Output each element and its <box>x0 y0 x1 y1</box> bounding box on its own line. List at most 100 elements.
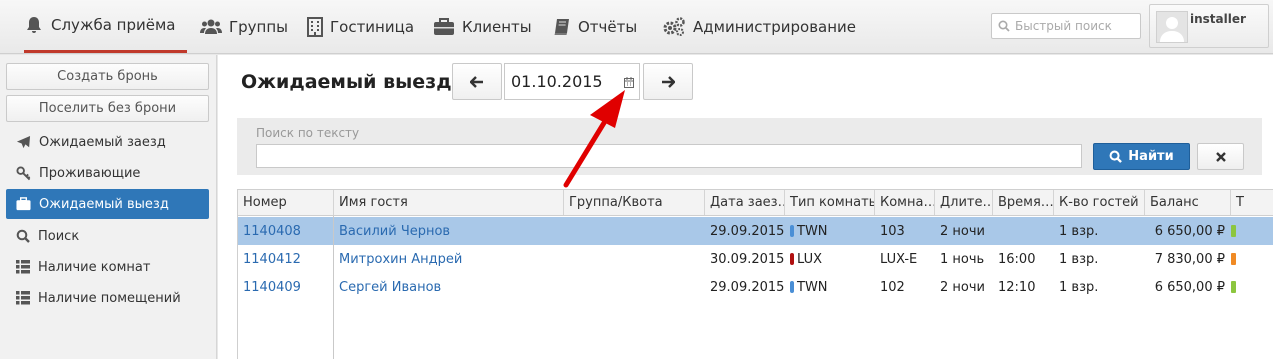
room-cell: 102 <box>880 279 905 295</box>
building-icon <box>307 17 323 37</box>
nav-item-clients[interactable]: Клиенты <box>433 0 532 54</box>
next-date-button[interactable] <box>643 63 693 100</box>
column-header-number[interactable]: Номер <box>238 190 334 215</box>
column-header-balance[interactable]: Баланс <box>1145 190 1231 215</box>
grid-icon <box>16 291 30 305</box>
table-row[interactable]: 1140409 Сергей Иванов 29.09.2015 TWN 102… <box>238 273 1273 301</box>
status-cell <box>1231 217 1273 245</box>
guests-cell: 1 взр. <box>1059 251 1099 267</box>
guest-name-link[interactable]: Митрохин Андрей <box>334 245 564 273</box>
status-marker <box>1231 281 1236 293</box>
guests-cell: 1 взр. <box>1059 279 1099 295</box>
arrival-cell: 30.09.2015 <box>710 251 785 267</box>
column-header-duration[interactable]: Длите… <box>935 190 993 215</box>
search-label: Поиск по тексту <box>256 126 360 140</box>
nav-item-reports[interactable]: Отчёты <box>553 0 637 54</box>
search-icon <box>16 229 30 243</box>
find-button-label: Найти <box>1128 149 1174 164</box>
bell-icon <box>27 17 41 33</box>
main-content: Ожидаемый выезд 01.10.2015 Поиск по текс… <box>218 55 1273 359</box>
quick-search-input[interactable] <box>1015 19 1133 33</box>
sidebar-item-search[interactable]: Поиск <box>6 221 209 251</box>
room-cell: 103 <box>880 223 905 239</box>
room-cell: LUX-E <box>880 251 918 267</box>
room-type-cell: TWN <box>785 273 875 301</box>
nav-item-label: Клиенты <box>462 18 532 36</box>
briefcase-icon <box>434 18 454 35</box>
room-type-marker <box>790 281 794 293</box>
sidebar-item-expected-arrival[interactable]: Ожидаемый заезд <box>6 127 209 157</box>
sidebar-item-label: Ожидаемый заезд <box>39 134 166 150</box>
date-field[interactable]: 01.10.2015 <box>504 63 640 100</box>
page-title: Ожидаемый выезд <box>241 71 452 93</box>
sidebar-item-label: Ожидаемый выезд <box>39 196 169 212</box>
quick-search[interactable] <box>991 13 1141 39</box>
user-menu[interactable]: installer <box>1149 4 1269 48</box>
status-cell <box>1231 273 1273 301</box>
nav-item-administration[interactable]: Администрирование <box>662 0 856 54</box>
sidebar-item-expected-departure[interactable]: Ожидаемый выезд <box>6 189 209 219</box>
suitcase-icon <box>16 197 31 211</box>
sidebar-item-space-availability[interactable]: Наличие помещений <box>6 283 209 313</box>
previous-date-button[interactable] <box>452 63 502 100</box>
column-header-group[interactable]: Группа/Квота <box>564 190 705 215</box>
close-icon <box>1215 151 1226 162</box>
user-name: installer <box>1190 12 1246 26</box>
sidebar-item-room-availability[interactable]: Наличие комнат <box>6 252 209 282</box>
find-button[interactable]: Найти <box>1093 143 1190 170</box>
check-in-without-booking-button[interactable]: Поселить без брони <box>6 95 209 122</box>
column-header-guests[interactable]: К-во гостей <box>1054 190 1145 215</box>
nav-item-label: Служба приёма <box>51 16 176 34</box>
status-cell <box>1231 245 1273 273</box>
nav-item-label: Группы <box>229 18 289 36</box>
room-type-label: TWN <box>797 223 828 239</box>
arrival-cell: 29.09.2015 <box>710 223 785 239</box>
text-search-input[interactable] <box>256 144 1082 168</box>
key-icon <box>16 165 31 180</box>
sidebar-item-residents[interactable]: Проживающие <box>6 158 209 188</box>
duration-cell: 2 ночи <box>940 223 985 239</box>
booking-number-link[interactable]: 1140408 <box>238 217 334 245</box>
sidebar: Создать бронь Поселить без брони Ожидаем… <box>0 55 217 359</box>
grid-icon <box>16 260 30 274</box>
nav-item-groups[interactable]: Группы <box>200 0 288 54</box>
table-row[interactable]: 1140412 Митрохин Андрей 30.09.2015 LUX L… <box>238 245 1273 273</box>
guest-name-link[interactable]: Сергей Иванов <box>334 273 564 301</box>
calendar-icon[interactable] <box>624 77 634 88</box>
column-header-room[interactable]: Комна… <box>875 190 935 215</box>
column-header-t[interactable]: Т <box>1231 190 1273 215</box>
nav-item-front-desk[interactable]: Служба приёма <box>24 0 188 53</box>
nav-item-label: Администрирование <box>693 18 857 36</box>
table-row[interactable]: 1140408 Василий Чернов 29.09.2015 TWN 10… <box>238 217 1273 245</box>
column-header-arrival[interactable]: Дата заез… <box>705 190 785 215</box>
arrow-left-icon <box>470 75 483 88</box>
booking-number-link[interactable]: 1140412 <box>238 245 334 273</box>
book-icon <box>554 19 569 35</box>
column-header-time[interactable]: Время… <box>993 190 1054 215</box>
booking-number-link[interactable]: 1140409 <box>238 273 334 301</box>
duration-cell: 1 ночь <box>940 251 985 267</box>
group-icon <box>200 19 222 34</box>
room-type-cell: LUX <box>785 245 875 273</box>
nav-item-label: Гостиница <box>330 18 415 36</box>
date-value: 01.10.2015 <box>511 72 603 91</box>
guests-cell: 1 взр. <box>1059 223 1099 239</box>
group-cell <box>564 245 705 273</box>
room-type-cell: TWN <box>785 217 875 245</box>
column-header-room-type[interactable]: Тип комнаты <box>785 190 875 215</box>
duration-cell: 2 ночи <box>940 279 985 295</box>
create-booking-button[interactable]: Создать бронь <box>6 63 209 90</box>
room-type-marker <box>790 225 794 237</box>
balance-cell: 6 650,00 ₽ <box>1154 223 1225 239</box>
status-marker <box>1231 225 1236 237</box>
nav-item-hotel[interactable]: Гостиница <box>307 0 414 54</box>
time-cell <box>993 217 1054 245</box>
time-cell: 16:00 <box>998 251 1036 267</box>
arrival-cell: 29.09.2015 <box>710 279 785 295</box>
clear-search-button[interactable] <box>1197 143 1244 170</box>
top-navigation: Служба приёма Группы Гостиница Клиенты О… <box>0 0 1273 54</box>
column-header-guest[interactable]: Имя гостя <box>334 190 564 215</box>
search-icon <box>1109 150 1123 163</box>
guest-name-link[interactable]: Василий Чернов <box>334 217 564 245</box>
balance-cell: 6 650,00 ₽ <box>1154 279 1225 295</box>
